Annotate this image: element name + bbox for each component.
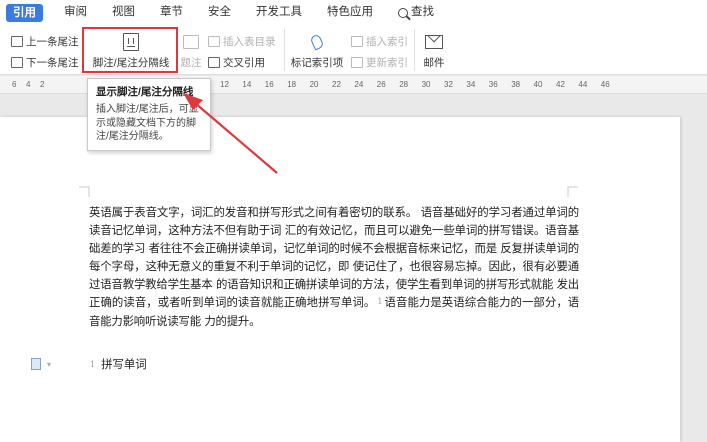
tab-review[interactable]: 审阅 bbox=[63, 0, 88, 25]
mark-index-icon bbox=[308, 34, 326, 52]
ruler-tick-label: 14 bbox=[242, 80, 252, 89]
annotation-highlight-box bbox=[82, 27, 178, 73]
ruler-tick-label: 18 bbox=[287, 80, 297, 89]
footnote-reference-mark[interactable]: 1 bbox=[377, 297, 382, 306]
search-icon bbox=[398, 7, 408, 18]
ruler-tick-label: 16 bbox=[264, 80, 274, 89]
footnote-separator-tooltip: 显示脚注/尾注分隔线 插入脚注/尾注后，可显示或隐藏文档下方的脚注/尾注分隔线。 bbox=[87, 78, 211, 151]
tab-references[interactable]: 引用 bbox=[6, 3, 43, 22]
mail-label: 邮件 bbox=[423, 57, 445, 69]
caption-label: 题注 bbox=[180, 57, 202, 69]
cross-reference-button[interactable]: 交叉引用 bbox=[208, 55, 265, 70]
prev-endnote-label: 上一条尾注 bbox=[26, 36, 79, 48]
ruler-tick-label: 36 bbox=[488, 80, 498, 89]
tooltip-description: 插入脚注/尾注后，可显示或隐藏文档下方的脚注/尾注分隔线。 bbox=[96, 104, 199, 142]
cross-reference-icon bbox=[208, 57, 220, 68]
footnote-dropdown-caret-icon[interactable]: ▾ bbox=[47, 360, 51, 369]
mail-icon bbox=[425, 35, 443, 49]
footnote-document-icon[interactable] bbox=[31, 358, 41, 370]
mail-button[interactable]: 邮件 bbox=[420, 28, 448, 70]
table-index-icon bbox=[208, 36, 220, 47]
ruler-tick-label: 6 bbox=[12, 80, 17, 89]
footnote-number: 1 bbox=[90, 359, 96, 369]
tab-special-features[interactable]: 特色应用 bbox=[326, 0, 374, 25]
insert-index-button[interactable]: 插入索引 bbox=[351, 34, 408, 49]
tab-view[interactable]: 视图 bbox=[111, 0, 136, 25]
search-label: 查找 bbox=[411, 6, 434, 18]
search-button[interactable]: 查找 bbox=[397, 0, 435, 25]
document-body-paragraph[interactable]: 英语属于表音文字，词汇的发音和拼写形式之间有着密切的联系。 语音基础好的学习者通… bbox=[89, 203, 579, 330]
insert-table-index-label: 插入表目录 bbox=[223, 36, 276, 48]
ruler-tick-label: 24 bbox=[354, 80, 364, 89]
insert-index-label: 插入索引 bbox=[366, 36, 408, 48]
ruler-tick-label: 4 bbox=[26, 80, 31, 89]
ruler-tick-label: 26 bbox=[376, 80, 386, 89]
insert-table-index-button[interactable]: 插入表目录 bbox=[208, 34, 276, 49]
update-index-icon bbox=[351, 57, 363, 68]
update-index-button[interactable]: 更新索引 bbox=[351, 55, 408, 70]
ruler-tick-label: 38 bbox=[511, 80, 521, 89]
mark-index-entry-label: 标记索引项 bbox=[290, 57, 344, 69]
insert-index-icon bbox=[351, 36, 363, 47]
toolbar-divider-2 bbox=[414, 29, 415, 71]
ruler-tick-label: 44 bbox=[578, 80, 588, 89]
cross-reference-label: 交叉引用 bbox=[223, 57, 265, 69]
ruler-tick-label: 34 bbox=[466, 80, 476, 89]
next-endnote-icon bbox=[11, 57, 23, 68]
tab-developer-tools[interactable]: 开发工具 bbox=[255, 0, 303, 25]
caption-button[interactable]: 题注 bbox=[178, 28, 204, 70]
ruler-tick-label: 42 bbox=[556, 80, 565, 89]
ruler-tick-label: 2 bbox=[40, 80, 45, 89]
tab-security[interactable]: 安全 bbox=[207, 0, 232, 25]
next-endnote-label: 下一条尾注 bbox=[26, 57, 79, 69]
prev-endnote-button[interactable]: 上一条尾注 bbox=[11, 34, 79, 49]
mark-index-entry-button[interactable]: 标记索引项 bbox=[289, 28, 345, 70]
ruler-tick-label: 12 bbox=[220, 80, 229, 89]
footnote-entry[interactable]: ▾ 1 拼写单词 bbox=[31, 356, 147, 372]
caption-icon bbox=[183, 35, 199, 49]
footnote-text[interactable]: 拼写单词 bbox=[101, 356, 147, 372]
ruler-tick-label: 22 bbox=[332, 80, 341, 89]
ruler-tick-label: 28 bbox=[399, 80, 409, 89]
ruler-tick-label: 30 bbox=[421, 80, 431, 89]
ruler-tick-label: 32 bbox=[444, 80, 453, 89]
paragraph-text-part1: 英语属于表音文字，词汇的发音和拼写形式之间有着密切的联系。 语音基础好的学习者通… bbox=[89, 205, 579, 310]
tab-sections[interactable]: 章节 bbox=[159, 0, 184, 25]
toolbar-divider bbox=[284, 29, 285, 71]
ruler-tick-label: 46 bbox=[600, 80, 610, 89]
ribbon-tab-bar: 引用 审阅 视图 章节 安全 开发工具 特色应用 查找 bbox=[0, 0, 707, 25]
prev-endnote-icon bbox=[11, 36, 23, 47]
next-endnote-button[interactable]: 下一条尾注 bbox=[11, 55, 79, 70]
tooltip-title: 显示脚注/尾注分隔线 bbox=[96, 86, 194, 98]
ruler-tick-label: 40 bbox=[533, 80, 543, 89]
ruler-tick-label: 20 bbox=[309, 80, 319, 89]
update-index-label: 更新索引 bbox=[366, 57, 408, 69]
